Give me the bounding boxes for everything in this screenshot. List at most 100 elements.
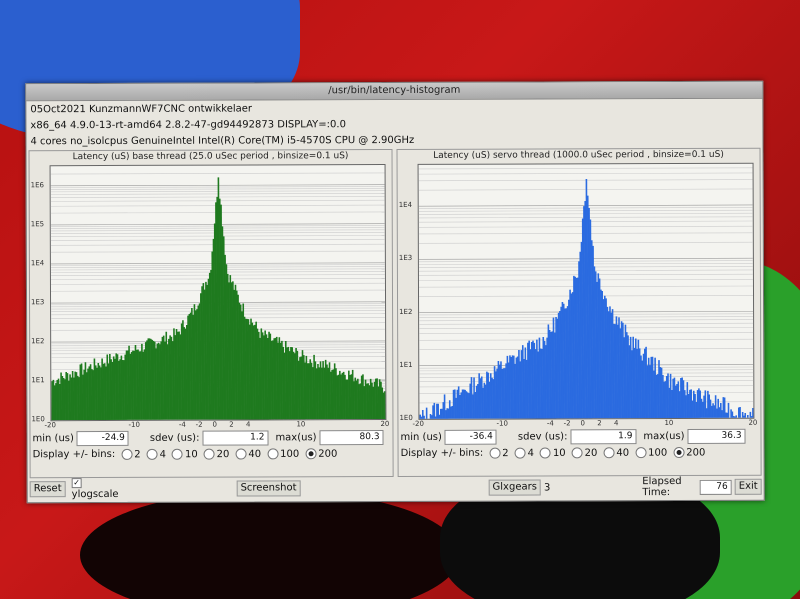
base-bins-option-label: 4 [159,449,166,461]
histogram-bar [425,407,428,419]
histogram-bar [423,415,425,419]
reset-button[interactable]: Reset [29,481,66,498]
servo-bins-option-label: 40 [616,447,630,459]
base-thread-plot [49,164,387,422]
base-bins-option-label: 10 [184,449,198,461]
radio-button-icon [603,447,615,459]
servo-max-value: 36.3 [687,428,746,444]
base-bins-option-label: 100 [280,448,300,460]
servo-ytick-label: 1E2 [399,307,413,316]
base-bins-option-200[interactable]: 200 [305,448,337,460]
servo-bins-option-40[interactable]: 40 [603,447,629,459]
base-histogram-chart [50,172,386,421]
base-bins-option-40[interactable]: 40 [235,448,261,460]
servo-bins-option-4[interactable]: 4 [514,447,534,460]
servo-thread-title: Latency (uS) servo thread (1000.0 uSec p… [433,149,724,161]
radio-button-icon [539,447,551,459]
histogram-panels: Latency (uS) base thread (25.0 uSec peri… [28,147,762,479]
base-min-value: -24.9 [76,430,129,447]
base-bins-option-4[interactable]: 4 [146,448,166,461]
servo-bins-option-label: 2 [502,448,509,460]
base-bins-option-10[interactable]: 10 [171,448,198,461]
base-max-value: 80.3 [319,430,384,446]
grid-line [418,172,753,175]
servo-ytick-label: 1E3 [398,254,413,263]
elapsed-time-value: 76 [699,479,732,495]
base-ytick-label: 1E0 [31,415,45,424]
base-bins-option-label: 20 [216,449,230,461]
histogram-bar [744,412,747,418]
base-ytick-label: 1E2 [31,337,45,346]
base-bins-option-2[interactable]: 2 [121,448,141,461]
glxgears-button[interactable]: Glxgears [488,479,541,496]
radio-button-icon [571,447,583,459]
servo-xtick-label: 20 [748,418,758,427]
servo-xtick-label: 0 [580,419,585,428]
histogram-bar [735,415,738,418]
base-sdev-value: 1.2 [202,430,269,446]
screenshot-button[interactable]: Screenshot [236,480,301,497]
histogram-bar [739,406,741,418]
histogram-bar [752,408,754,418]
servo-bins-option-label: 20 [584,447,598,459]
base-sdev-label: sdev (us): [149,432,200,444]
radio-button-icon [489,447,501,459]
servo-bins-option-label: 200 [686,447,706,459]
servo-xtick-label: -20 [412,419,424,428]
histogram-bar [747,415,749,418]
servo-bins-selector: Display +/- bins: 2 4 10 20 40 100 200 [400,446,759,460]
histogram-bar [433,402,436,419]
checkmark-icon: ✓ [71,478,82,489]
latency-histogram-window: /usr/bin/latency-histogram 05Oct2021 Kun… [25,80,765,504]
base-xtick-label: -2 [195,420,203,429]
base-xtick-label: -4 [178,420,186,429]
base-xtick-label: -10 [128,420,140,429]
servo-bins-option-20[interactable]: 20 [571,447,598,459]
base-thread-panel: Latency (uS) base thread (25.0 uSec peri… [28,149,394,479]
grid-line [50,172,385,175]
base-bins-option-100[interactable]: 100 [267,448,299,460]
servo-xtick-label: 2 [597,419,602,428]
base-ytick-label: 1E1 [31,376,45,385]
exit-button[interactable]: Exit [734,478,762,495]
base-bins-label: Display +/- bins: [32,449,116,461]
elapsed-time-label: Elapsed Time: [642,476,682,499]
servo-thread-plot [417,162,755,420]
servo-ytick-label: 1E0 [399,413,413,422]
servo-bins-option-label: 4 [527,448,534,460]
glxgears-count: 3 [543,481,551,493]
bottom-bar: Reset ✓ ylogscale Screenshot Glxgears 3 … [29,476,762,501]
base-bins-option-20[interactable]: 20 [203,448,230,461]
servo-histogram-chart [418,167,754,419]
base-xtick-label: 4 [246,420,251,429]
ylogscale-toggle[interactable]: ✓ ylogscale [71,478,119,501]
servo-bins-option-200[interactable]: 200 [673,446,706,459]
servo-xtick-label: -2 [563,419,571,428]
base-thread-title: Latency (uS) base thread (25.0 uSec peri… [72,151,349,163]
base-ytick-label: 1E3 [31,298,45,307]
servo-bins-option-100[interactable]: 100 [635,447,667,459]
servo-xtick-label: -4 [546,419,554,428]
base-xtick-label: 0 [212,420,217,429]
base-bins-selector: Display +/- bins: 2 4 10 20 40 100 200 [33,448,391,461]
radio-button-icon [673,446,685,459]
servo-bins-option-10[interactable]: 10 [539,447,566,459]
servo-bins-option-2[interactable]: 2 [489,447,509,460]
base-stats: min (us) -24.9 sdev (us): 1.2 max(us) 80… [32,430,390,447]
radio-button-icon [121,448,133,460]
grid-line [418,167,753,170]
base-xtick-label: 10 [296,420,306,429]
radio-button-icon [514,447,526,459]
servo-bins-option-label: 10 [552,447,566,459]
servo-sdev-label: sdev (us): [517,431,568,443]
ylogscale-label: ylogscale [71,488,119,501]
servo-bins-option-label: 100 [648,447,668,459]
base-ytick-label: 1E4 [30,258,45,268]
radio-button-icon [146,448,158,460]
radio-button-icon [203,448,215,460]
servo-sdev-value: 1.9 [570,429,637,445]
servo-stats: min (us) -36.4 sdev (us): 1.9 max(us) 36… [400,428,758,445]
base-xtick-label: 2 [229,420,234,429]
servo-bins-label: Display +/- bins: [400,447,484,460]
radio-button-icon [305,448,317,460]
